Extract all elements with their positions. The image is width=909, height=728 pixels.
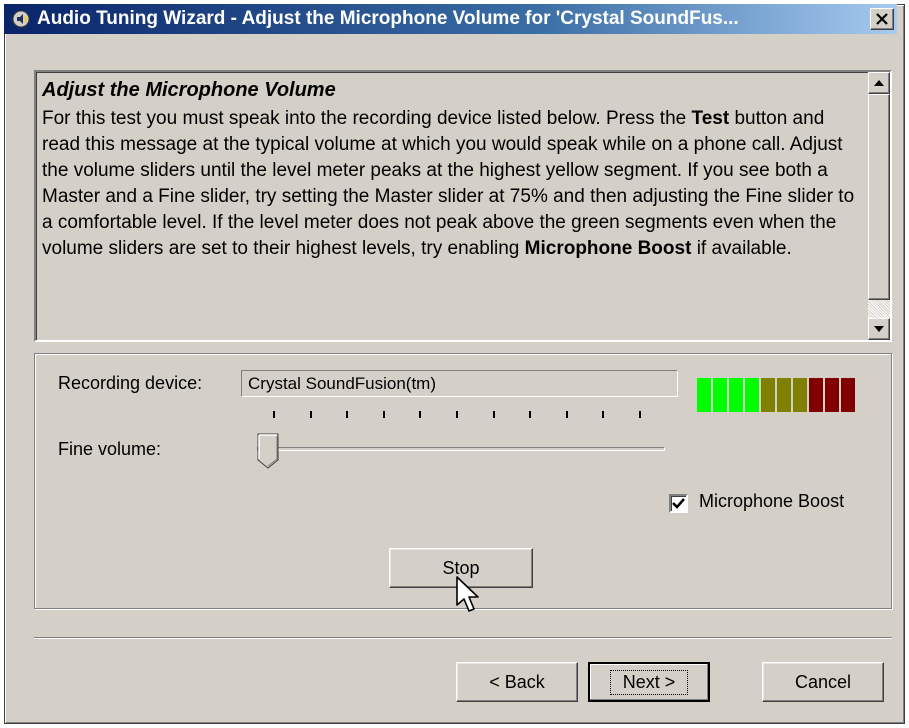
instructions-text-part: button and read this message at the typi… [42, 108, 855, 259]
slider-tick [529, 411, 532, 418]
recording-device-field: Crystal SoundFusion(tm) [241, 370, 678, 397]
window-title: Audio Tuning Wizard - Adjust the Microph… [37, 8, 739, 29]
level-meter-segment [809, 378, 823, 412]
instructions-content: Adjust the Microphone Volume For this te… [36, 72, 868, 340]
level-meter-segment [777, 378, 791, 412]
level-meter-segment [697, 378, 711, 412]
instructions-heading: Adjust the Microphone Volume [42, 79, 336, 101]
back-button[interactable]: < Back [456, 662, 578, 702]
slider-tick [273, 411, 275, 418]
slider-tick [309, 411, 312, 418]
cancel-button-label: Cancel [794, 671, 852, 692]
close-button[interactable] [870, 8, 894, 30]
level-meter-segment [729, 378, 743, 412]
level-meter-segment [761, 378, 775, 412]
instructions-box: Adjust the Microphone Volume For this te… [34, 70, 892, 342]
slider-tick [565, 411, 568, 418]
slider-tick [456, 411, 458, 418]
fine-volume-track[interactable] [257, 447, 665, 451]
back-button-label: < Back [489, 671, 545, 692]
title-bar[interactable]: Audio Tuning Wizard - Adjust the Microph… [4, 4, 897, 34]
microphone-boost-checkbox[interactable] [669, 494, 688, 513]
slider-tick [419, 411, 422, 418]
slider-ticks [273, 411, 641, 419]
recording-device-label: Recording device: [58, 373, 203, 393]
instructions-text-part: For this test you must speak into the re… [42, 108, 692, 129]
close-icon [876, 13, 888, 25]
microphone-boost-label[interactable]: Microphone Boost [699, 491, 844, 512]
level-meter-segment [841, 378, 855, 412]
test-keyword: Test [691, 108, 730, 129]
scroll-up-button[interactable] [868, 72, 890, 94]
instructions-scrollbar[interactable] [868, 72, 890, 340]
fine-volume-slider-thumb[interactable] [257, 433, 279, 469]
fine-volume-label: Fine volume: [58, 439, 162, 459]
footer-separator [34, 637, 892, 639]
audio-wizard-icon [11, 9, 31, 29]
slider-tick [639, 411, 641, 418]
level-meter-segment [713, 378, 727, 412]
scroll-down-arrow-icon [874, 326, 884, 332]
microphone-boost-keyword: Microphone Boost [524, 238, 692, 259]
mouse-pointer-icon [455, 575, 481, 615]
slider-tick [382, 411, 385, 418]
slider-tick [602, 411, 605, 418]
instructions-text: For this test you must speak into the re… [42, 106, 862, 262]
slider-tick [492, 411, 495, 418]
scroll-down-button[interactable] [868, 318, 890, 340]
level-meter [697, 378, 857, 412]
slider-thumb-icon [257, 433, 279, 469]
level-meter-segment [825, 378, 839, 412]
cancel-button[interactable]: Cancel [762, 662, 884, 702]
instructions-text-part: if available. [691, 238, 792, 259]
scroll-up-arrow-icon [874, 80, 884, 86]
next-button-label: Next > [609, 669, 689, 695]
level-meter-segment [793, 378, 807, 412]
checkmark-icon [672, 498, 685, 509]
level-meter-segment [745, 378, 759, 412]
microphone-controls-group: Recording device: Crystal SoundFusion(tm… [34, 353, 892, 609]
scroll-thumb[interactable] [868, 94, 890, 300]
next-button[interactable]: Next > [588, 662, 710, 702]
slider-tick [346, 411, 349, 418]
